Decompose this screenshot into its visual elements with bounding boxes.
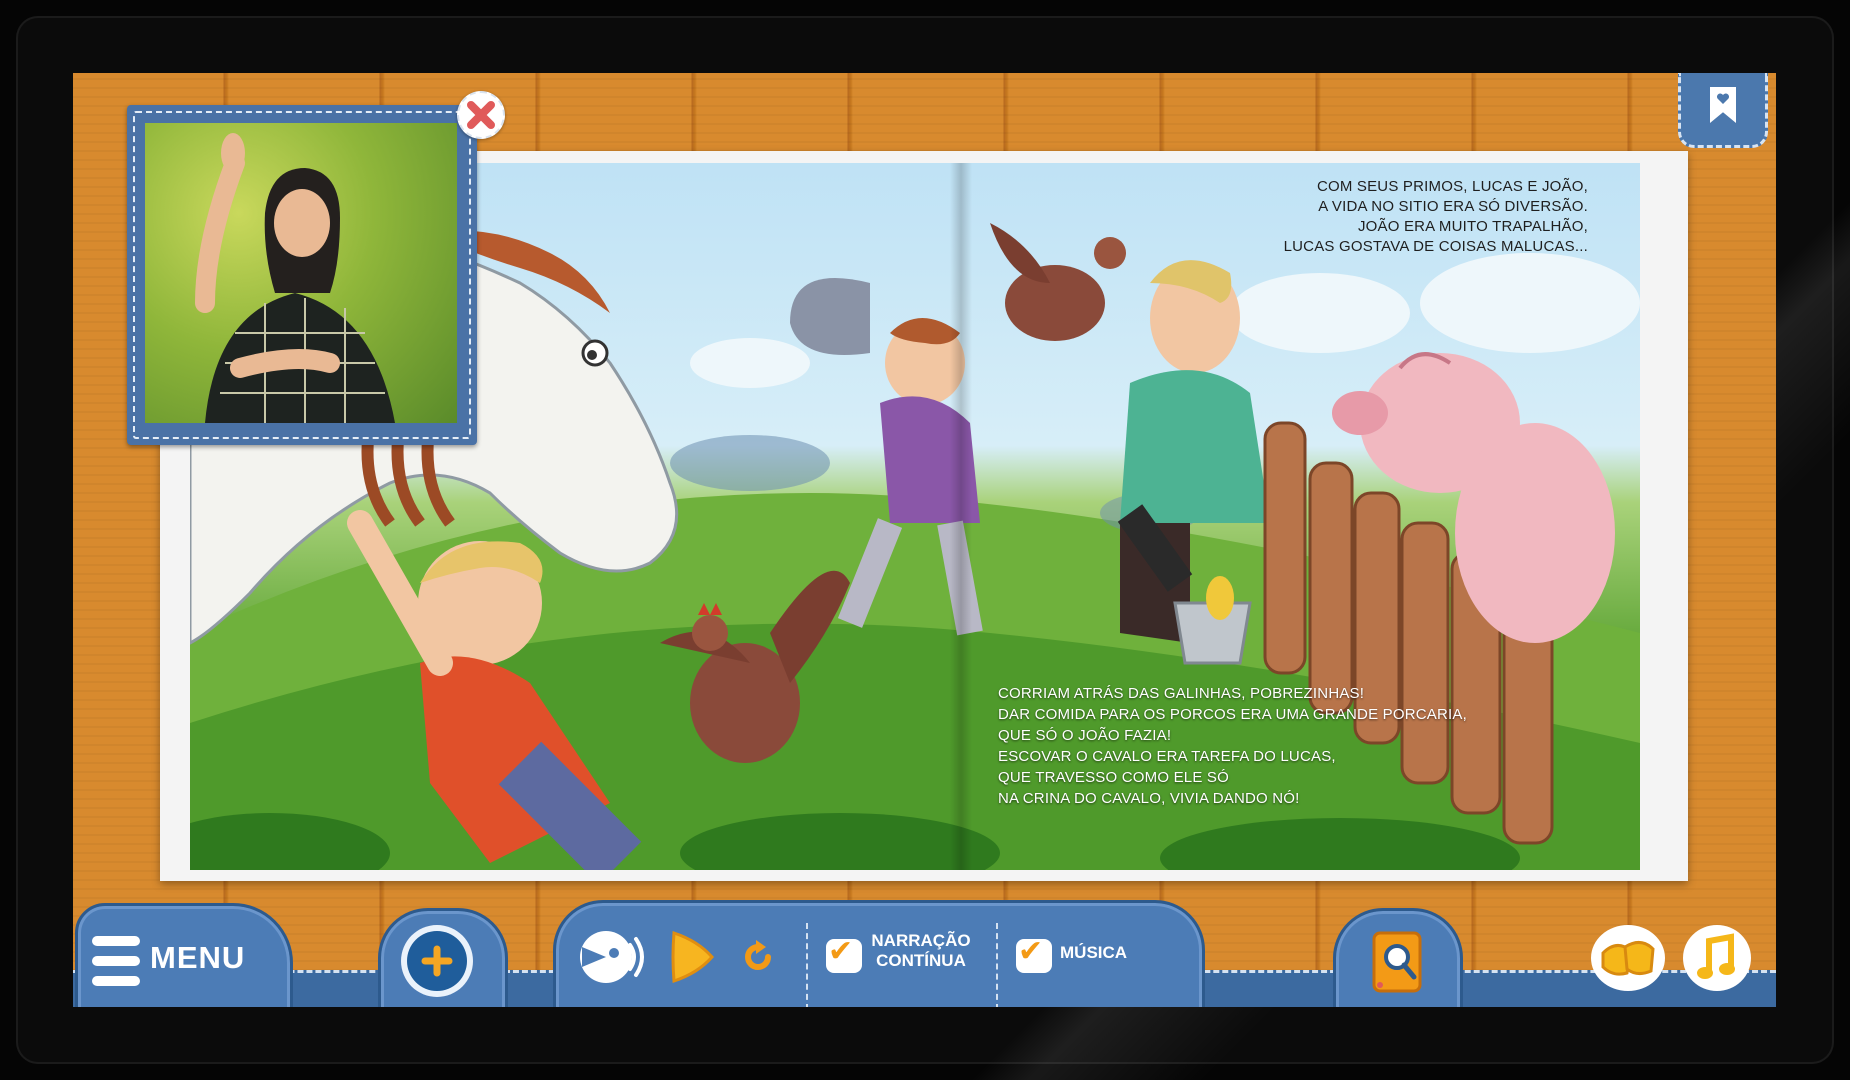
replay-icon [745,940,771,970]
replay-button[interactable] [738,937,778,977]
play-icon [671,930,714,984]
menu-label: MENU [150,940,246,975]
story-text-top: COM SEUS PRIMOS, LUCAS E JOÃO, A VIDA NO… [1284,177,1588,257]
narration-label-line1: NARRAÇÃO [871,931,971,950]
narration-toggle[interactable]: ✔ NARRAÇÃO CONTÍNUA [822,923,992,993]
zoom-in-button[interactable] [378,908,508,1007]
zoom-in-icon [407,931,467,991]
close-video-button[interactable] [457,91,505,139]
music-toggle[interactable]: ✔ MÚSICA [1012,923,1172,993]
story-line: CORRIAM ATRÁS DAS GALINHAS, POBREZINHAS! [998,685,1365,702]
sign-language-toggle-button[interactable] [1591,925,1665,991]
heart-icon [1716,93,1730,104]
divider [806,923,808,1007]
sound-icon [580,931,644,983]
music-label: MÚSICA [1060,943,1128,962]
story-line: LUCAS GOSTAVA DE COISAS MALUCAS... [1283,238,1588,255]
sound-button[interactable] [578,923,648,989]
story-line: COM SEUS PRIMOS, LUCAS E JOÃO, [1316,178,1588,195]
app-screen: COM SEUS PRIMOS, LUCAS E JOÃO, A VIDA NO… [73,73,1776,1007]
checkmark-icon: ✔ [1018,934,1044,969]
plus-icon [421,945,453,977]
checkmark-icon: ✔ [828,934,854,969]
sign-language-icon [1601,941,1655,976]
sign-language-video[interactable] [145,123,457,423]
divider [996,923,998,1007]
play-button[interactable] [668,929,716,985]
hamburger-icon [92,936,140,986]
music-note-icon [1697,933,1735,979]
bookmark-button[interactable] [1678,73,1768,148]
narration-label-line2: CONTÍNUA [876,951,966,970]
story-line: A VIDA NO SITIO ERA SÓ DIVERSÃO. [1318,198,1588,215]
page-fold [950,163,972,870]
story-text-bottom: CORRIAM ATRÁS DAS GALINHAS, POBREZINHAS!… [998,683,1467,809]
story-line: NA CRINA DO CAVALO, VIVIA DANDO NÓ! [998,790,1300,807]
story-line: QUE TRAVESSO COMO ELE SÓ [998,769,1229,786]
sign-language-video-panel[interactable] [127,105,477,445]
close-icon [467,101,495,129]
narration-label: NARRAÇÃO CONTÍNUA [866,931,976,971]
story-line: QUE SÓ O JOÃO FAZIA! [998,727,1172,744]
story-line: DAR COMIDA PARA OS PORCOS ERA UMA GRANDE… [998,706,1467,723]
story-line: JOÃO ERA MUITO TRAPALHÃO, [1357,218,1588,235]
interpreter-figure [195,133,395,423]
glossary-book-icon [1372,931,1422,993]
menu-button[interactable]: MENU [75,903,293,1007]
glossary-button[interactable] [1333,908,1463,1007]
media-controls: ✔ NARRAÇÃO CONTÍNUA ✔ MÚSICA [553,900,1205,1007]
music-note-button[interactable] [1683,925,1751,991]
story-line: ESCOVAR O CAVALO ERA TAREFA DO LUCAS, [998,748,1336,765]
